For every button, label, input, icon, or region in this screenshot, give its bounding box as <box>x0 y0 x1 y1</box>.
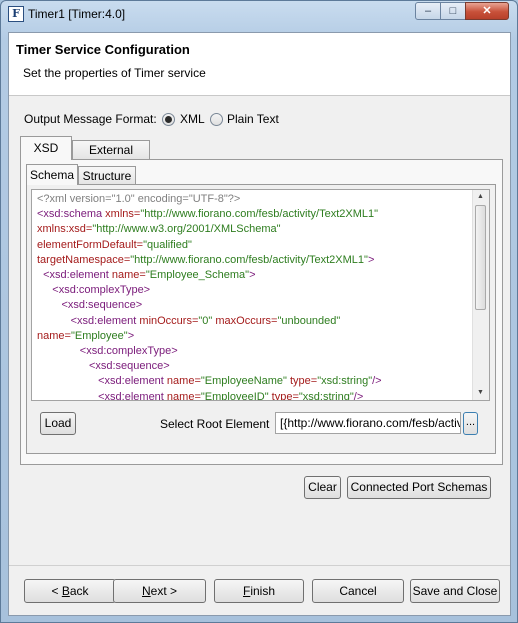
code-token: <xsd:element <box>37 390 167 401</box>
code-token: type= <box>290 375 318 388</box>
code-token: <xsd:sequence> <box>37 360 170 373</box>
code-token: type= <box>271 390 299 401</box>
page-title: Timer Service Configuration <box>16 42 190 57</box>
code-token: name= <box>111 269 146 282</box>
page-subtitle: Set the properties of Timer service <box>23 66 206 80</box>
schema-code-text[interactable]: <?xml version="1.0" encoding="UTF-8"?> <x… <box>37 192 382 401</box>
code-line: xmlns:xsd="http://www.w3.org/2001/XMLSch… <box>37 222 382 237</box>
tab-external-xsds[interactable]: External XSDs <box>72 140 150 176</box>
code-token: targetNamespace= <box>37 253 131 266</box>
code-line: <xsd:schema xmlns="http://www.fiorano.co… <box>37 207 382 222</box>
code-line: <xsd:element name="EmployeeName" type="x… <box>37 374 382 389</box>
code-token: <xsd:element <box>37 314 140 327</box>
code-line: <xsd:sequence> <box>37 298 382 313</box>
load-button[interactable]: Load <box>40 412 76 435</box>
code-line: name="Employee"> <box>37 329 382 344</box>
back-button-mnemonic: B <box>61 584 70 598</box>
code-token: <xsd:schema <box>37 208 106 221</box>
code-token: xmlns:xsd= <box>37 223 93 236</box>
code-line: <xsd:element minOccurs="0" maxOccurs="un… <box>37 314 382 329</box>
wizard-header: Timer Service Configuration Set the prop… <box>9 33 510 96</box>
schema-tab-panel: <?xml version="1.0" encoding="UTF-8"?> <x… <box>26 184 496 454</box>
clear-button[interactable]: Clear <box>304 476 341 499</box>
code-token: /> <box>353 390 364 401</box>
code-token: "xsd:string" <box>298 390 354 401</box>
back-button[interactable]: < Back <box>24 579 116 603</box>
code-line: targetNamespace="http://www.fiorano.com/… <box>37 253 382 268</box>
code-token: "EmployeeName" <box>200 375 290 388</box>
fiorano-app-icon: F <box>8 6 24 22</box>
maximize-button[interactable]: □ <box>440 2 466 20</box>
code-token: "EmployeeID" <box>200 390 272 401</box>
code-token: elementFormDefault= <box>37 238 144 251</box>
code-token: name= <box>166 375 201 388</box>
plain-text-radio[interactable] <box>210 113 223 126</box>
xml-radio[interactable] <box>162 113 175 126</box>
output-format-label: Output Message Format: <box>24 112 157 126</box>
back-button-label: ack <box>69 584 89 598</box>
code-token: minOccurs= <box>139 314 199 327</box>
minimize-button[interactable]: – <box>415 2 441 20</box>
connected-port-schemas-button[interactable]: Connected Port Schemas <box>347 476 491 499</box>
code-token: > <box>367 253 375 266</box>
code-token: name= <box>166 390 201 401</box>
xsd-tab-panel: Schema Structure <?xml version="1.0" enc… <box>20 159 503 465</box>
code-token: "Employee_Schema" <box>145 269 250 282</box>
plain-text-radio-label[interactable]: Plain Text <box>227 112 279 126</box>
dialog-client-area: Timer Service Configuration Set the prop… <box>8 32 511 616</box>
code-line: <xsd:complexType> <box>37 283 382 298</box>
code-line: <xsd:sequence> <box>37 359 382 374</box>
close-button[interactable]: ✕ <box>465 2 509 20</box>
window-title: Timer1 [Timer:4.0] <box>28 7 126 21</box>
code-token: "xsd:string" <box>317 375 373 388</box>
schema-editor[interactable]: <?xml version="1.0" encoding="UTF-8"?> <x… <box>31 189 490 401</box>
code-token: "http://www.w3.org/2001/XMLSchema" <box>92 223 281 236</box>
browse-root-element-button[interactable]: ... <box>463 412 478 435</box>
code-token: <xsd:element <box>37 269 112 282</box>
code-line: <?xml version="1.0" encoding="UTF-8"?> <box>37 192 382 207</box>
code-token: "http://www.fiorano.com/fesb/activity/Te… <box>130 253 368 266</box>
code-token: "http://www.fiorano.com/fesb/activity/Te… <box>140 208 379 221</box>
back-button-prefix: < <box>51 584 62 598</box>
code-token: "unbounded" <box>277 314 341 327</box>
tab-schema[interactable]: Schema <box>26 164 78 185</box>
scroll-up-arrow-icon[interactable]: ▲ <box>475 191 486 203</box>
scrollbar-thumb[interactable] <box>475 205 486 310</box>
next-button-label: ext > <box>150 584 178 598</box>
editor-vertical-scrollbar[interactable]: ▲ ▼ <box>472 190 489 400</box>
cancel-button[interactable]: Cancel <box>312 579 404 603</box>
scroll-down-arrow-icon[interactable]: ▼ <box>475 387 486 399</box>
next-button[interactable]: Next > <box>113 579 206 603</box>
tab-xsd[interactable]: XSD <box>20 136 72 160</box>
code-line: elementFormDefault="qualified" <box>37 238 382 253</box>
code-line: <xsd:element name="EmployeeID" type="xsd… <box>37 390 382 401</box>
code-token: xmlns= <box>105 208 141 221</box>
code-token: <xsd:element <box>37 375 167 388</box>
code-token: /> <box>372 375 382 388</box>
code-line: <xsd:complexType> <box>37 344 382 359</box>
dialog-window: F Timer1 [Timer:4.0] – □ ✕ Timer Service… <box>0 0 518 623</box>
root-element-field[interactable]: [{http://www.fiorano.com/fesb/activity/T… <box>275 412 461 434</box>
footer-separator <box>9 565 510 566</box>
code-token: <?xml version="1.0" encoding="UTF-8"?> <box>37 193 241 205</box>
tab-structure[interactable]: Structure <box>78 166 136 185</box>
title-bar[interactable]: F Timer1 [Timer:4.0] – □ ✕ <box>1 1 517 27</box>
code-token: > <box>249 269 256 282</box>
code-token: "0" <box>198 314 216 327</box>
next-button-mnemonic: N <box>141 584 151 598</box>
code-token: "qualified" <box>143 238 192 251</box>
xml-radio-label[interactable]: XML <box>180 112 205 126</box>
code-line: <xsd:element name="Employee_Schema"> <box>37 268 382 283</box>
code-token: <xsd:sequence> <box>37 299 143 312</box>
code-token: "Employee" <box>70 329 128 342</box>
code-token: maxOccurs= <box>215 314 278 327</box>
root-element-label: Select Root Element <box>160 417 270 431</box>
code-token: > <box>127 329 135 342</box>
finish-button-label: inish <box>250 584 276 598</box>
finish-button[interactable]: Finish <box>214 579 304 603</box>
code-token: <xsd:complexType> <box>37 345 178 358</box>
code-token: <xsd:complexType> <box>37 284 151 297</box>
code-token: name= <box>37 329 71 342</box>
save-and-close-button[interactable]: Save and Close <box>410 579 500 603</box>
